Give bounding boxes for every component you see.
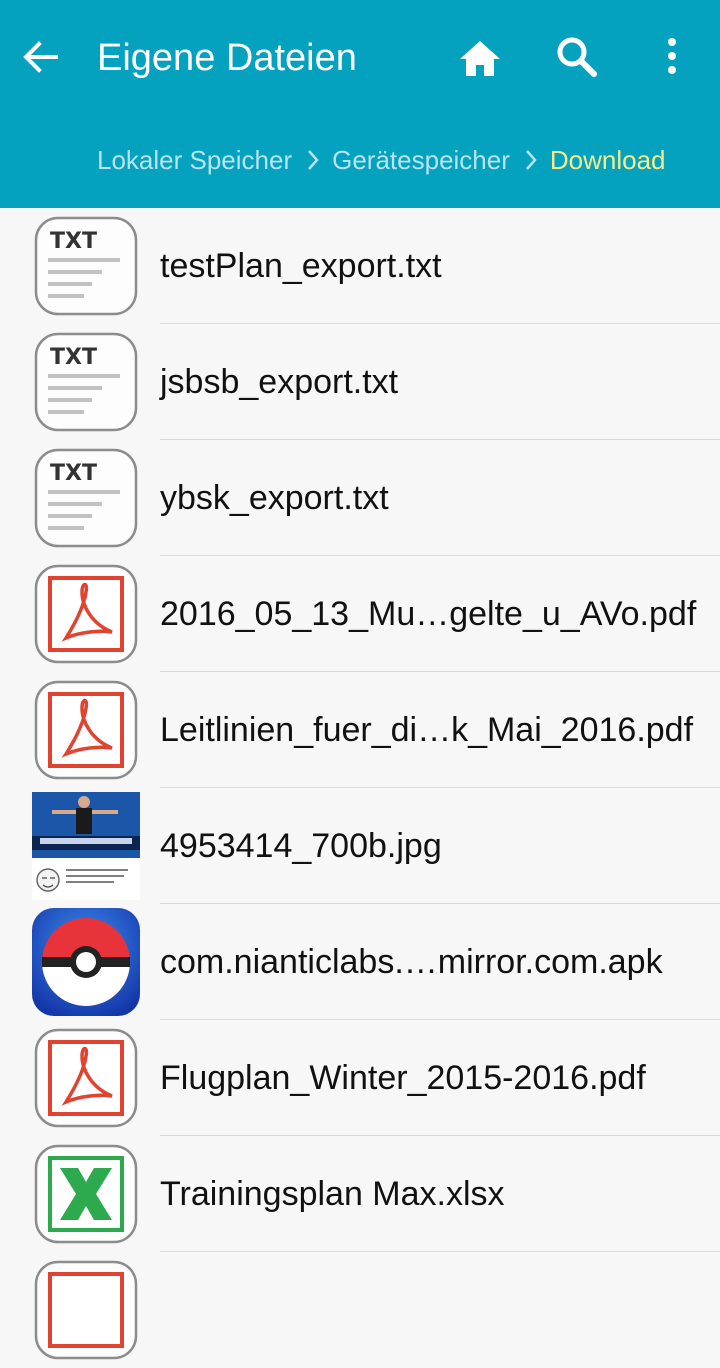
app-icon [32, 908, 140, 1016]
home-icon[interactable] [456, 34, 504, 82]
file-name: ybsk_export.txt [160, 479, 389, 517]
breadcrumb: Lokaler Speicher Gerätespeicher Download [97, 142, 666, 178]
list-item[interactable]: Flugplan_Winter_2015-2016.pdf [0, 1020, 720, 1136]
file-name: 2016_05_13_Mu…gelte_u_AVo.pdf [160, 595, 697, 633]
page-title: Eigene Dateien [97, 37, 357, 79]
file-name: Leitlinien_fuer_di…k_Mai_2016.pdf [160, 711, 694, 749]
list-item[interactable]: TXT jsbsb_export.txt [0, 324, 720, 440]
svg-text:TXT: TXT [50, 345, 97, 370]
breadcrumb-item-geraetespeicher[interactable]: Gerätespeicher [332, 145, 510, 176]
file-name: testPlan_export.txt [160, 247, 442, 285]
file-list: TXT testPlan_export.txt TXT jsbsb_export… [0, 208, 720, 1368]
pdf-file-icon [34, 564, 138, 664]
list-item[interactable]: TXT testPlan_export.txt [0, 208, 720, 324]
svg-text:TXT: TXT [50, 229, 97, 254]
excel-file-icon [34, 1144, 138, 1244]
file-name: jsbsb_export.txt [160, 363, 399, 401]
breadcrumb-item-lokaler-speicher[interactable]: Lokaler Speicher [97, 145, 292, 176]
txt-file-icon: TXT [34, 216, 138, 316]
search-icon[interactable] [552, 32, 600, 80]
pdf-file-icon [34, 1260, 138, 1360]
image-thumbnail [32, 792, 140, 900]
arrow-left-icon[interactable] [18, 34, 64, 80]
file-name: 4953414_700b.jpg [160, 827, 442, 865]
file-name: com.nianticlabs.…mirror.com.apk [160, 943, 663, 981]
app-bar: Eigene Dateien Lokaler Speicher Gerätesp… [0, 0, 720, 208]
file-name: Trainingsplan Max.xlsx [160, 1175, 505, 1213]
svg-text:TXT: TXT [50, 461, 97, 486]
list-item[interactable]: 4953414_700b.jpg [0, 788, 720, 904]
txt-file-icon: TXT [34, 332, 138, 432]
more-vert-icon[interactable] [660, 34, 684, 82]
chevron-right-icon [525, 150, 537, 170]
breadcrumb-item-download[interactable]: Download [550, 145, 666, 176]
pdf-file-icon [34, 680, 138, 780]
chevron-right-icon [308, 150, 319, 170]
list-item[interactable]: 2016_05_13_Mu…gelte_u_AVo.pdf [0, 556, 720, 672]
list-item[interactable]: Leitlinien_fuer_di…k_Mai_2016.pdf [0, 672, 720, 788]
txt-file-icon: TXT [34, 448, 138, 548]
pdf-file-icon [34, 1028, 138, 1128]
list-item[interactable]: Trainingsplan Max.xlsx [0, 1136, 720, 1252]
list-item[interactable]: TXT ybsk_export.txt [0, 440, 720, 556]
file-name: Flugplan_Winter_2015-2016.pdf [160, 1059, 646, 1097]
list-item-partial[interactable] [0, 1252, 720, 1368]
list-item[interactable]: com.nianticlabs.…mirror.com.apk [0, 904, 720, 1020]
